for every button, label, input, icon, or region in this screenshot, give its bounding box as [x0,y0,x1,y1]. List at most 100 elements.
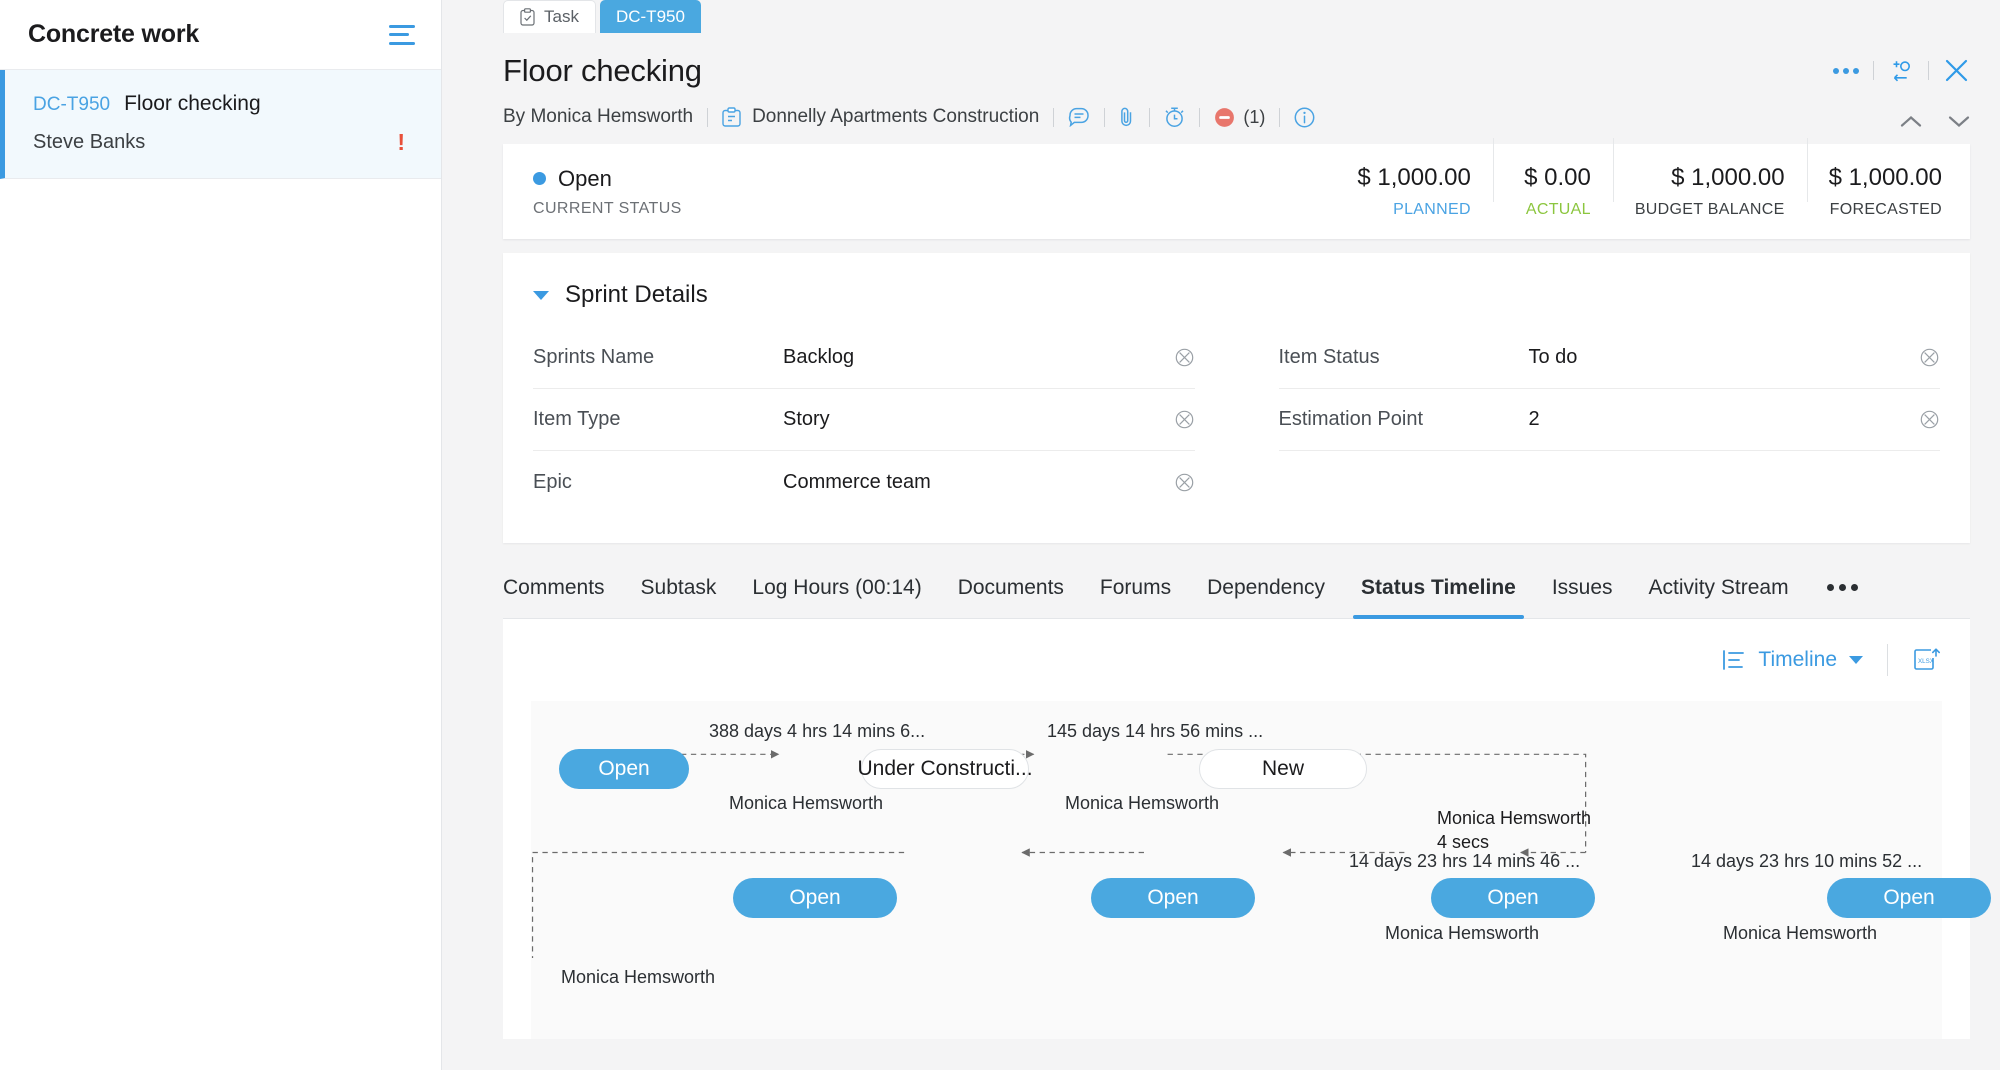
blocker-icon[interactable] [1214,107,1235,128]
timer-icon[interactable] [1164,106,1185,128]
clear-field-icon[interactable] [1174,347,1195,368]
tab-log-hours[interactable]: Log Hours (00:14) [734,557,939,619]
task-code[interactable]: DC-T950 [33,94,110,116]
field-item-status: Item Status To do [1279,327,1941,389]
priority-high-icon: ! [397,131,417,154]
sprint-details-grid: Sprints Name Backlog Item Type Story [503,327,1970,513]
field-value[interactable]: To do [1529,346,1920,369]
edge-wrap-label: Monica Hemsworth 4 secs [1437,806,1591,855]
timeline-view-selector[interactable]: Timeline [1722,648,1863,672]
hamburger-icon[interactable] [389,25,415,45]
current-status-block: Open CURRENT STATUS [503,166,1335,218]
tab-dependency[interactable]: Dependency [1189,557,1343,619]
timeline-canvas: Open Under Constructi... New Open Open O… [531,701,1942,1039]
more-options-icon[interactable] [1833,68,1859,74]
add-follower-icon[interactable] [1888,60,1914,82]
edge-actor-label: Monica Hemsworth [1723,923,1877,944]
tab-comments[interactable]: Comments [503,557,623,619]
clear-field-icon[interactable] [1919,409,1940,430]
tab-status-timeline[interactable]: Status Timeline [1343,557,1534,619]
financial-planned: $ 1,000.00 PLANNED [1335,164,1492,219]
financial-label: PLANNED [1357,201,1470,219]
clear-field-icon[interactable] [1174,409,1195,430]
sidebar-task-item[interactable]: DC-T950 Floor checking Steve Banks ! [0,70,441,179]
field-spacer [1279,451,1941,513]
comment-icon[interactable] [1068,107,1090,127]
field-value[interactable]: Backlog [783,346,1174,369]
timeline-node[interactable]: Open [559,749,689,789]
tab-label: Dependency [1207,576,1325,600]
field-label: Estimation Point [1279,408,1529,431]
clear-field-icon[interactable] [1174,472,1195,493]
tab-forums[interactable]: Forums [1082,557,1189,619]
field-sprints-name: Sprints Name Backlog [533,327,1195,389]
timeline-toolbar: Timeline XLSX [503,619,1970,701]
task-item-subrow: Steve Banks ! [33,131,417,154]
tab-task[interactable]: Task [503,0,596,33]
divider [1053,108,1054,127]
timeline-node[interactable]: Open [733,878,897,918]
xlsx-export-icon[interactable]: XLSX [1912,647,1940,673]
tab-subtask[interactable]: Subtask [623,557,735,619]
divider [1887,644,1888,676]
sidebar: Concrete work DC-T950 Floor checking Ste… [0,0,442,1070]
chevron-down-icon [1849,656,1863,664]
timeline-node[interactable]: Open [1431,878,1595,918]
attachment-icon[interactable] [1119,106,1135,128]
edge-actor-label: Monica Hemsworth [1437,806,1591,830]
divider [1928,61,1929,80]
prev-item-icon[interactable] [1900,115,1922,133]
status-name: Open [558,166,612,192]
tab-activity-stream[interactable]: Activity Stream [1631,557,1807,619]
divider [1279,108,1280,127]
task-item-heading: DC-T950 Floor checking [33,92,417,116]
close-icon[interactable] [1943,57,1970,84]
app-root: Concrete work DC-T950 Floor checking Ste… [0,0,2000,1070]
tab-label: Log Hours (00:14) [752,576,921,600]
field-value[interactable]: 2 [1529,408,1920,431]
page-title: Floor checking [503,53,1970,89]
edge-actor-label: Monica Hemsworth [729,793,883,814]
field-item-type: Item Type Story [533,389,1195,451]
edge-duration-label: 388 days 4 hrs 14 mins 6... [709,721,925,742]
more-tabs-icon[interactable] [1807,584,1878,591]
field-value[interactable]: Commerce team [783,471,1174,494]
tab-item-dc-t950[interactable]: DC-T950 [600,0,701,33]
next-item-icon[interactable] [1948,115,1970,133]
sprint-details-card: Sprint Details Sprints Name Backlog Item… [503,253,1970,543]
timeline-node[interactable]: New [1199,749,1367,789]
tab-label: Documents [958,576,1064,600]
financial-label: BUDGET BALANCE [1635,201,1785,219]
financial-label: FORECASTED [1829,201,1942,219]
edge-duration-label: 14 days 23 hrs 10 mins 52 ... [1691,851,1922,872]
divider [1104,108,1105,127]
info-icon[interactable] [1294,107,1315,128]
tab-documents[interactable]: Documents [940,557,1082,619]
main-panel: Task DC-T950 Floor checking By Monica He… [442,0,2000,1070]
financial-value: $ 0.00 [1515,164,1591,192]
financial-value: $ 1,000.00 [1829,164,1942,192]
chevron-down-icon[interactable] [533,291,549,300]
tab-task-label: Task [544,7,579,27]
edge-duration-label: 14 days 23 hrs 14 mins 46 ... [1349,851,1580,872]
project-link[interactable]: Donnelly Apartments Construction [722,106,1039,128]
field-label: Item Type [533,408,783,431]
divider [707,108,708,127]
clear-field-icon[interactable] [1919,347,1940,368]
field-estimation-point: Estimation Point 2 [1279,389,1941,451]
edge-actor-label: Monica Hemsworth [1065,793,1219,814]
status-dot-icon [533,172,546,185]
blocker-count: (1) [1243,107,1265,128]
timeline-node[interactable]: Under Constructi... [861,749,1029,789]
timeline-node[interactable]: Open [1091,878,1255,918]
status-summary-card: Open CURRENT STATUS $ 1,000.00 PLANNED $… [503,144,1970,239]
sprint-details-header[interactable]: Sprint Details [503,281,1970,309]
divider [1873,61,1874,80]
detail-actions [1833,57,1970,84]
field-value[interactable]: Story [783,408,1174,431]
tab-issues[interactable]: Issues [1534,557,1631,619]
financial-value: $ 1,000.00 [1635,164,1785,192]
timeline-node[interactable]: Open [1827,878,1991,918]
sprint-details-right-column: Item Status To do Estimation Point 2 [1279,327,1941,513]
divider [1149,108,1150,127]
